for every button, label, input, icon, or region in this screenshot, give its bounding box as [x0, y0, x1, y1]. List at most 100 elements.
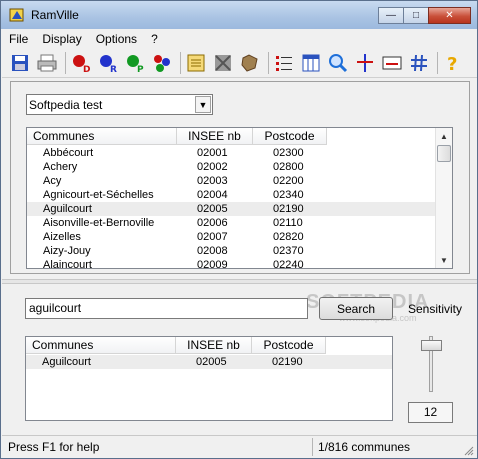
table-row[interactable]: Aizy-Jouy 02008 02370	[27, 244, 437, 258]
menu-help[interactable]: ?	[144, 32, 165, 46]
column-header-insee[interactable]: INSEE nb	[177, 128, 253, 145]
results-rows: Aguilcourt 02005 02190	[26, 355, 392, 369]
list-view-icon[interactable]	[272, 51, 296, 75]
sensitivity-slider-thumb[interactable]	[421, 340, 442, 351]
chevron-down-icon[interactable]: ▼	[195, 96, 211, 113]
app-window: RamVille — □ ✕ File Display Options ? D …	[0, 0, 478, 459]
sensitivity-label: Sensitivity	[408, 302, 463, 316]
database-select[interactable]: Softpedia test ▼	[26, 94, 213, 115]
search-panel: aguilcourt Search Sensitivity Communes I…	[10, 288, 470, 430]
sensitivity-value: 12	[408, 402, 453, 423]
status-count: 1/816 communes	[318, 440, 411, 454]
table-row[interactable]: Acy 02003 02200	[27, 174, 437, 188]
app-logo-icon	[9, 7, 25, 23]
title-bar[interactable]: RamVille — □ ✕	[1, 1, 477, 29]
commune-name: Aizy-Jouy	[43, 245, 91, 257]
postcode: 02800	[273, 161, 304, 173]
insee-number: 02003	[197, 175, 228, 187]
menu-options[interactable]: Options	[89, 32, 144, 46]
red-star-d-icon[interactable]: D	[69, 51, 93, 75]
commune-name: Achery	[43, 161, 78, 173]
table-row[interactable]: Alaincourt 02009 02240	[27, 258, 437, 269]
communes-rows: Abbécourt 02001 02300 Achery 02002 02800 Acy…	[27, 146, 437, 269]
commune-name: Abbécourt	[43, 147, 94, 159]
toolbar-separator	[180, 51, 181, 74]
postcode: 02190	[253, 202, 327, 216]
insee-number: 02005	[176, 355, 252, 369]
minimize-button[interactable]: —	[378, 7, 404, 24]
resize-grip-icon[interactable]	[464, 445, 474, 456]
column-header-postcode[interactable]: Postcode	[253, 128, 327, 145]
table-view-icon[interactable]	[299, 51, 323, 75]
vertical-scrollbar[interactable]: ▲ ▼	[435, 128, 452, 268]
table-row[interactable]: Aisonville-et-Bernoville 02006 02110	[27, 216, 437, 230]
postcode: 02300	[273, 147, 304, 159]
table-row[interactable]: Achery 02002 02800	[27, 160, 437, 174]
insee-number: 02004	[197, 189, 228, 201]
column-header-communes[interactable]: Communes	[27, 128, 177, 145]
menu-bar: File Display Options ?	[2, 29, 477, 48]
insee-number: 02002	[197, 161, 228, 173]
green-star-p-icon[interactable]: P	[123, 51, 147, 75]
find-icon[interactable]	[326, 51, 350, 75]
blue-star-r-icon[interactable]: R	[96, 51, 120, 75]
communes-panel: Softpedia test ▼ Communes INSEE nb Postc…	[10, 81, 470, 274]
pane-splitter[interactable]	[2, 279, 477, 284]
table-row[interactable]: Aizelles 02007 02820	[27, 230, 437, 244]
table-row[interactable]: Abbécourt 02001 02300	[27, 146, 437, 160]
commune-name: Aguilcourt	[26, 355, 176, 369]
postcode: 02340	[273, 189, 304, 201]
multicolor-stars-icon[interactable]	[150, 51, 174, 75]
communes-list[interactable]: Communes INSEE nb Postcode Abbécourt 0200…	[26, 127, 453, 269]
status-separator	[312, 438, 313, 456]
insee-number: 02005	[177, 202, 253, 216]
insee-number: 02009	[197, 259, 228, 269]
commune-name: Aizelles	[43, 231, 81, 243]
results-list[interactable]: Communes INSEE nb Postcode Aguilcourt 020…	[25, 336, 393, 421]
svg-text:?: ?	[447, 54, 457, 73]
postcode: 02200	[273, 175, 304, 187]
map-region-icon[interactable]	[238, 51, 262, 75]
map-grid-icon[interactable]	[211, 51, 235, 75]
close-button[interactable]: ✕	[428, 7, 471, 24]
column-header-postcode[interactable]: Postcode	[252, 337, 326, 354]
hash-icon[interactable]	[407, 51, 431, 75]
status-help: Press F1 for help	[8, 440, 100, 454]
save-icon[interactable]	[8, 51, 32, 75]
crosshair-icon[interactable]	[353, 51, 377, 75]
scroll-thumb[interactable]	[437, 145, 451, 162]
commune-name: Aguilcourt	[27, 202, 177, 216]
print-icon[interactable]	[35, 51, 59, 75]
insee-number: 02008	[197, 245, 228, 257]
commune-name: Agnicourt-et-Séchelles	[43, 189, 154, 201]
table-row-selected[interactable]: Aguilcourt 02005 02190	[27, 202, 437, 216]
column-header-communes[interactable]: Communes	[26, 337, 176, 354]
insee-number: 02006	[197, 217, 228, 229]
maximize-button[interactable]: □	[403, 7, 429, 24]
card-icon[interactable]	[380, 51, 404, 75]
search-button[interactable]: Search	[319, 297, 393, 320]
menu-display[interactable]: Display	[35, 32, 88, 46]
insee-number: 02007	[197, 231, 228, 243]
table-row[interactable]: Agnicourt-et-Séchelles 02004 02340	[27, 188, 437, 202]
svg-text:P: P	[137, 65, 144, 73]
search-input[interactable]: aguilcourt	[25, 298, 308, 319]
help-icon[interactable]: ?	[441, 51, 465, 75]
window-title: RamVille	[31, 8, 79, 22]
commune-name: Alaincourt	[43, 259, 92, 269]
scroll-down-icon[interactable]: ▼	[436, 252, 452, 268]
commune-name: Acy	[43, 175, 62, 187]
scroll-up-icon[interactable]: ▲	[436, 128, 452, 144]
table-row-selected[interactable]: Aguilcourt 02005 02190	[26, 355, 392, 369]
notepad-icon[interactable]	[184, 51, 208, 75]
status-bar: Press F1 for help 1/816 communes	[2, 435, 477, 458]
toolbar-separator	[65, 51, 66, 74]
toolbar: D R P ?	[2, 48, 477, 78]
toolbar-separator	[437, 51, 438, 74]
postcode: 02820	[273, 231, 304, 243]
menu-file[interactable]: File	[2, 32, 35, 46]
communes-list-header: Communes INSEE nb Postcode	[27, 128, 327, 145]
column-header-insee[interactable]: INSEE nb	[176, 337, 252, 354]
postcode: 02240	[273, 259, 304, 269]
results-list-header: Communes INSEE nb Postcode	[26, 337, 326, 354]
